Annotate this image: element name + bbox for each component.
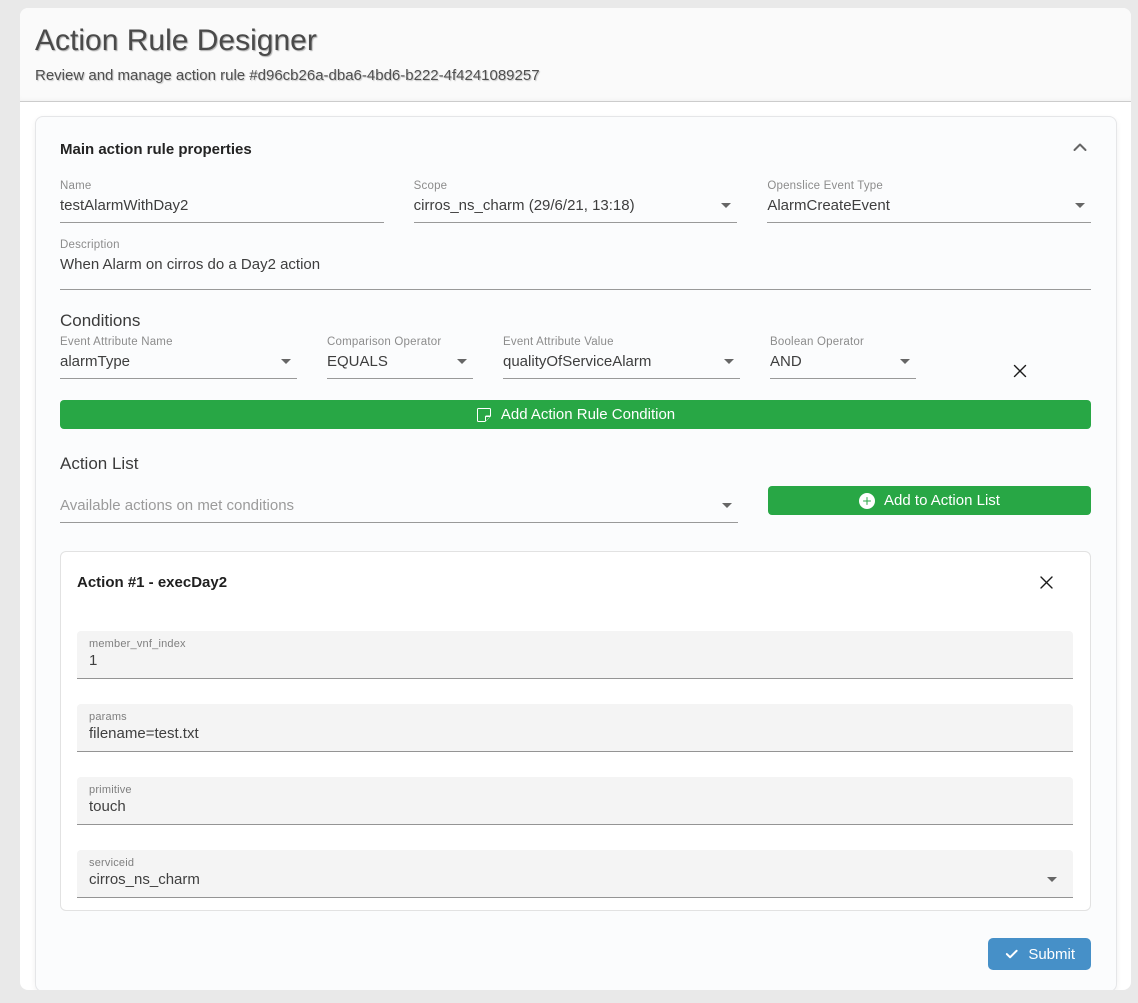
- plus-circle-icon: [859, 493, 875, 509]
- add-to-action-list-button[interactable]: Add to Action List: [768, 486, 1091, 515]
- boolean-operator-value: AND: [770, 353, 802, 370]
- submit-button[interactable]: Submit: [988, 938, 1091, 970]
- event-type-value: AlarmCreateEvent: [767, 197, 890, 214]
- serviceid-select[interactable]: serviceid cirros_ns_charm: [77, 850, 1073, 898]
- close-icon: [1038, 579, 1055, 594]
- member-vnf-index-label: member_vnf_index: [89, 638, 1061, 650]
- params-field[interactable]: params: [77, 704, 1073, 752]
- action-list-row: Available actions on met conditions Add …: [60, 486, 1091, 523]
- content-sheet: Action Rule Designer Review and manage a…: [20, 8, 1131, 990]
- close-icon: [1011, 368, 1029, 383]
- chevron-down-icon: [457, 359, 467, 364]
- add-to-action-list-label: Add to Action List: [884, 492, 1000, 509]
- comparison-operator-select[interactable]: Comparison Operator EQUALS: [327, 336, 473, 379]
- name-label: Name: [60, 180, 384, 192]
- primitive-field[interactable]: primitive: [77, 777, 1073, 825]
- page-header: Action Rule Designer Review and manage a…: [20, 8, 1131, 102]
- add-action-rule-condition-button[interactable]: Add Action Rule Condition: [60, 400, 1091, 429]
- chevron-down-icon: [1047, 877, 1057, 882]
- chevron-down-icon: [724, 359, 734, 364]
- boolean-operator-label: Boolean Operator: [770, 336, 916, 348]
- primitive-input[interactable]: [89, 798, 1061, 815]
- description-field[interactable]: Description: [60, 239, 1091, 290]
- scope-field[interactable]: Scope cirros_ns_charm (29/6/21, 13:18): [414, 180, 738, 223]
- event-attribute-name-value: alarmType: [60, 353, 130, 370]
- scope-label: Scope: [414, 180, 738, 192]
- description-label: Description: [60, 239, 1091, 251]
- available-actions-placeholder: Available actions on met conditions: [60, 497, 294, 514]
- collapse-panel-button[interactable]: [1069, 141, 1091, 154]
- chevron-down-icon: [900, 359, 910, 364]
- properties-row: Name Scope cirros_ns_charm (29/6/21, 13:…: [60, 180, 1091, 223]
- page-subtitle: Review and manage action rule #d96cb26a-…: [35, 67, 1116, 84]
- serviceid-value: cirros_ns_charm: [89, 871, 200, 888]
- event-type-field[interactable]: Openslice Event Type AlarmCreateEvent: [767, 180, 1091, 223]
- chevron-down-icon: [281, 359, 291, 364]
- action-card-title: Action #1 - execDay2: [77, 574, 227, 591]
- description-input[interactable]: [60, 256, 1089, 273]
- submit-label: Submit: [1028, 946, 1075, 963]
- member-vnf-index-input[interactable]: [89, 652, 1061, 669]
- main-card-title: Main action rule properties: [60, 141, 252, 158]
- params-input[interactable]: [89, 725, 1061, 742]
- remove-condition-button[interactable]: [1007, 358, 1033, 384]
- sticky-note-icon: [476, 407, 492, 423]
- name-field[interactable]: Name: [60, 180, 384, 223]
- serviceid-label: serviceid: [89, 857, 1061, 869]
- event-attribute-value-value: qualityOfServiceAlarm: [503, 353, 651, 370]
- available-actions-select[interactable]: Available actions on met conditions: [60, 497, 738, 523]
- chevron-down-icon: [722, 503, 732, 508]
- event-attribute-value-label: Event Attribute Value: [503, 336, 740, 348]
- chevron-down-icon: [1075, 203, 1085, 208]
- page-title: Action Rule Designer: [35, 24, 1116, 58]
- action-list-heading: Action List: [60, 454, 1091, 474]
- boolean-operator-select[interactable]: Boolean Operator AND: [770, 336, 916, 379]
- params-label: params: [89, 711, 1061, 723]
- condition-row: Event Attribute Name alarmType Compariso…: [60, 336, 1091, 384]
- action-card: Action #1 - execDay2 member_vnf_index pa…: [60, 551, 1091, 911]
- event-attribute-name-select[interactable]: Event Attribute Name alarmType: [60, 336, 297, 379]
- chevron-down-icon: [721, 203, 731, 208]
- scope-value: cirros_ns_charm (29/6/21, 13:18): [414, 197, 635, 214]
- event-attribute-value-select[interactable]: Event Attribute Value qualityOfServiceAl…: [503, 336, 740, 379]
- event-type-label: Openslice Event Type: [767, 180, 1091, 192]
- event-attribute-name-label: Event Attribute Name: [60, 336, 297, 348]
- main-action-rule-card: Main action rule properties Name Scope c…: [35, 116, 1117, 990]
- remove-action-button[interactable]: [1034, 570, 1059, 595]
- primitive-label: primitive: [89, 784, 1061, 796]
- chevron-up-icon: [1073, 140, 1087, 155]
- comparison-operator-label: Comparison Operator: [327, 336, 473, 348]
- add-condition-label: Add Action Rule Condition: [501, 406, 675, 423]
- member-vnf-index-field[interactable]: member_vnf_index: [77, 631, 1073, 679]
- comparison-operator-value: EQUALS: [327, 353, 388, 370]
- check-icon: [1004, 947, 1019, 962]
- name-input[interactable]: [60, 197, 382, 214]
- conditions-heading: Conditions: [60, 311, 1091, 331]
